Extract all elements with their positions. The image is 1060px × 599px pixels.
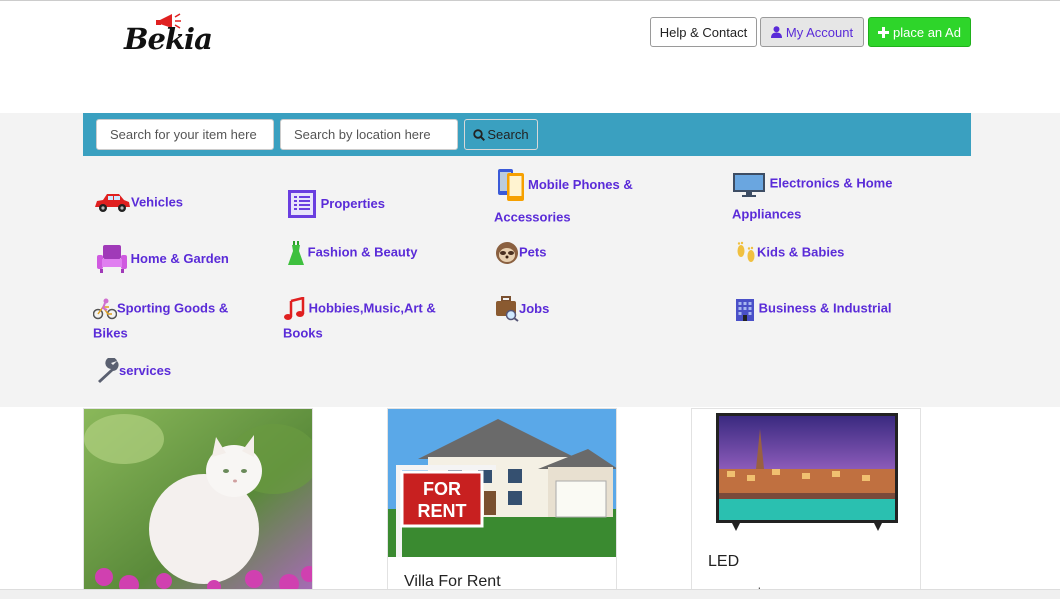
sloth-icon: [496, 241, 518, 264]
category-label: Fashion & Beauty: [307, 244, 418, 260]
office-building-icon: [736, 298, 754, 321]
my-account-button[interactable]: My Account: [760, 17, 864, 47]
svg-text:RENT: RENT: [418, 501, 467, 521]
search-bar: Search: [83, 113, 971, 156]
place-ad-label: place an Ad: [893, 24, 961, 40]
monitor-icon: [733, 172, 765, 197]
plus-icon: [878, 26, 890, 38]
listing-card[interactable]: [83, 408, 313, 599]
category-mobile-phones[interactable]: Mobile Phones & Accessories: [494, 168, 704, 233]
category-properties[interactable]: Properties: [288, 190, 385, 218]
category-label: services: [119, 363, 172, 378]
search-icon: [473, 128, 486, 141]
category-label: Properties: [320, 196, 385, 211]
location-search-input[interactable]: [280, 119, 458, 150]
mobile-phone-icon: [498, 169, 524, 201]
category-label: Hobbies,Music,Art & Books: [283, 300, 436, 341]
list-icon: [288, 190, 316, 218]
place-ad-button[interactable]: place an Ad: [868, 17, 971, 47]
category-vehicles[interactable]: Vehicles: [93, 190, 183, 215]
category-fashion-beauty[interactable]: Fashion & Beauty: [288, 240, 417, 265]
category-label: Jobs: [519, 301, 550, 316]
search-button-label: Search: [487, 127, 529, 142]
bottom-bar: [0, 589, 1060, 599]
listing-title: LED: [708, 553, 740, 570]
armchair-icon: [97, 245, 127, 273]
briefcase-icon: [496, 296, 519, 322]
help-contact-button[interactable]: Help & Contact: [650, 17, 757, 47]
listing-card[interactable]: LED very good case: [691, 408, 921, 599]
cyclist-icon: [93, 298, 117, 319]
footprints-icon: [737, 241, 755, 262]
category-jobs[interactable]: Jobs: [495, 296, 549, 322]
wrench-icon: [98, 358, 119, 383]
site-logo[interactable]: Bekia: [124, 12, 216, 58]
listing-card[interactable]: FOR RENT Villa For Rent: [387, 408, 617, 599]
top-border: [0, 0, 1060, 1]
car-icon: [95, 193, 130, 212]
category-hobbies[interactable]: Hobbies,Music,Art & Books: [283, 296, 463, 345]
listing-image: [84, 409, 312, 591]
category-label: Kids & Babies: [757, 244, 845, 260]
listing-image: FOR RENT: [388, 409, 616, 557]
logo-wordmark: Bekia: [124, 22, 213, 56]
category-services[interactable]: services: [95, 358, 171, 384]
help-contact-label: Help & Contact: [659, 24, 748, 40]
user-icon: [770, 26, 782, 38]
category-business-industrial[interactable]: Business & Industrial: [735, 296, 892, 321]
category-label: Home & Garden: [130, 251, 229, 266]
item-search-input[interactable]: [96, 119, 274, 150]
my-account-label: My Account: [785, 24, 854, 40]
category-sporting-goods[interactable]: Sporting Goods & Bikes: [93, 296, 263, 345]
music-note-icon: [284, 296, 305, 320]
listing-image: [692, 409, 920, 537]
category-label: Vehicles: [131, 194, 184, 210]
category-pets[interactable]: Pets: [495, 240, 546, 265]
category-kids-babies[interactable]: Kids & Babies: [735, 240, 844, 265]
category-home-garden[interactable]: Home & Garden: [97, 244, 229, 274]
category-label: Pets: [519, 244, 547, 260]
svg-text:FOR: FOR: [423, 479, 461, 499]
search-button[interactable]: Search: [464, 119, 538, 150]
category-label: Business & Industrial: [758, 300, 892, 316]
category-electronics[interactable]: Electronics & Home Appliances: [732, 168, 932, 229]
dress-icon: [288, 240, 304, 265]
